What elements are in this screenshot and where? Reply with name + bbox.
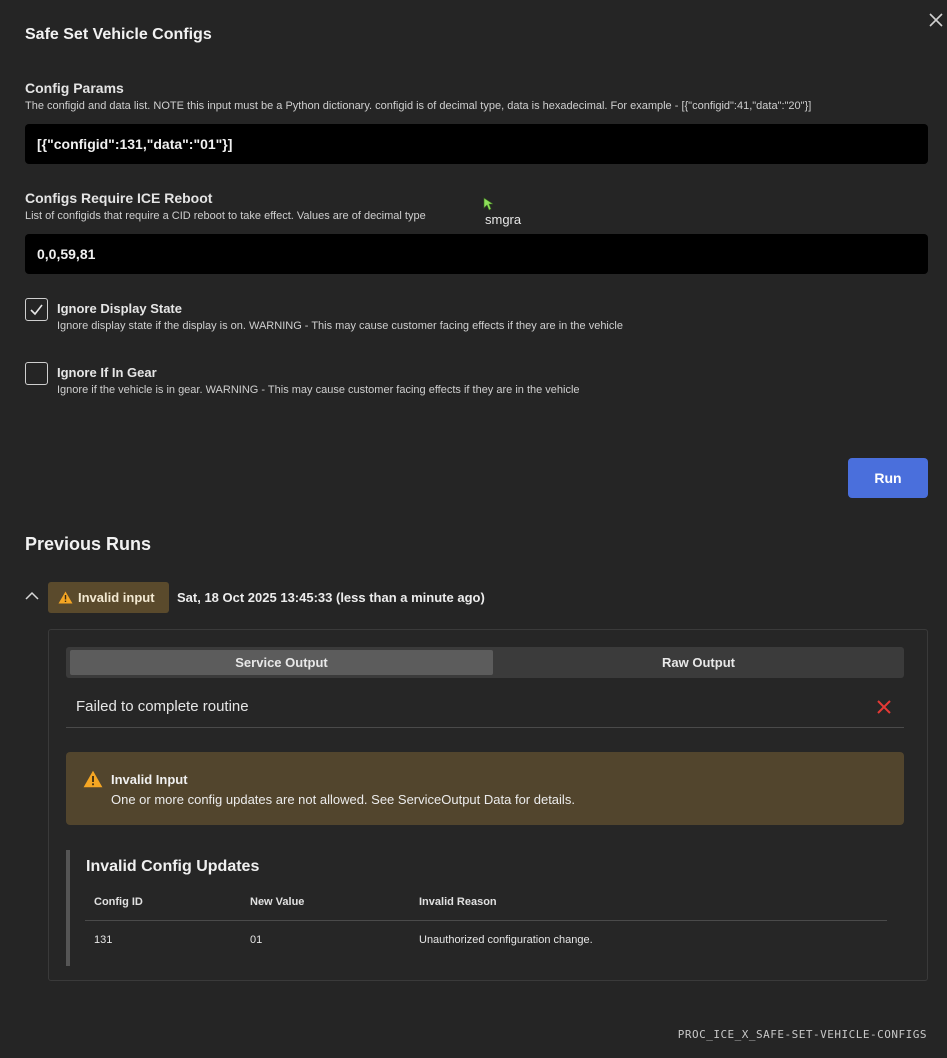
- tab-service-output[interactable]: Service Output: [70, 650, 493, 675]
- previous-runs-title: Previous Runs: [25, 534, 152, 554]
- ignore-gear-label: Ignore If In Gear: [57, 365, 157, 380]
- status-badge-label: Invalid input: [78, 590, 155, 605]
- run-button[interactable]: Run: [848, 458, 928, 498]
- invalid-config-updates: Invalid Config Updates Config ID New Val…: [66, 850, 887, 966]
- alert-title: Invalid Input: [111, 772, 188, 787]
- run-detail-panel: Service Output Raw Output Failed to comp…: [48, 629, 928, 981]
- close-icon[interactable]: [928, 12, 947, 32]
- ignore-gear-help: Ignore if the vehicle is in gear. WARNIN…: [57, 384, 580, 396]
- mouse-cursor-icon: [483, 197, 493, 211]
- config-params-help: The configid and data list. NOTE this in…: [25, 100, 812, 112]
- run-timestamp: Sat, 18 Oct 2025 13:45:33 (less than a m…: [177, 590, 485, 605]
- ignore-gear-checkbox[interactable]: [25, 362, 48, 385]
- updates-title: Invalid Config Updates: [86, 858, 260, 875]
- status-badge: Invalid input: [48, 582, 169, 613]
- warning-icon: [83, 770, 103, 788]
- reboot-configs-label: Configs Require ICE Reboot: [25, 190, 213, 206]
- config-params-label: Config Params: [25, 80, 124, 96]
- table-cell-config-id: 131: [94, 934, 113, 946]
- column-header-invalid-reason: Invalid Reason: [419, 896, 497, 908]
- invalid-input-alert: Invalid Input One or more config updates…: [66, 752, 904, 825]
- routine-result-row: Failed to complete routine: [66, 688, 904, 728]
- output-tabs: Service Output Raw Output: [66, 647, 904, 678]
- chevron-up-icon[interactable]: [25, 591, 39, 601]
- reboot-configs-input[interactable]: [25, 234, 928, 274]
- routine-result-text: Failed to complete routine: [76, 698, 249, 715]
- column-header-new-value: New Value: [250, 896, 305, 908]
- ignore-display-label: Ignore Display State: [57, 301, 182, 316]
- ignore-display-checkbox[interactable]: [25, 298, 48, 321]
- table-cell-new-value: 01: [250, 934, 263, 946]
- tab-raw-output[interactable]: Raw Output: [493, 650, 904, 675]
- warning-icon: [58, 591, 73, 604]
- alert-message: One or more config updates are not allow…: [111, 792, 575, 807]
- config-params-input[interactable]: [25, 124, 928, 164]
- close-red-icon: [877, 700, 891, 714]
- table-cell-invalid-reason: Unauthorized configuration change.: [419, 934, 593, 946]
- cursor-user-tag: smgra: [485, 212, 522, 227]
- procedure-id: PROC_ICE_X_SAFE-SET-VEHICLE-CONFIGS: [677, 1028, 927, 1041]
- checkmark-icon: [30, 304, 43, 316]
- ignore-display-help: Ignore display state if the display is o…: [57, 320, 623, 332]
- table-divider: [85, 920, 887, 921]
- column-header-config-id: Config ID: [94, 896, 143, 908]
- reboot-configs-help: List of configids that require a CID reb…: [25, 210, 426, 222]
- dialog-title: Safe Set Vehicle Configs: [25, 26, 212, 43]
